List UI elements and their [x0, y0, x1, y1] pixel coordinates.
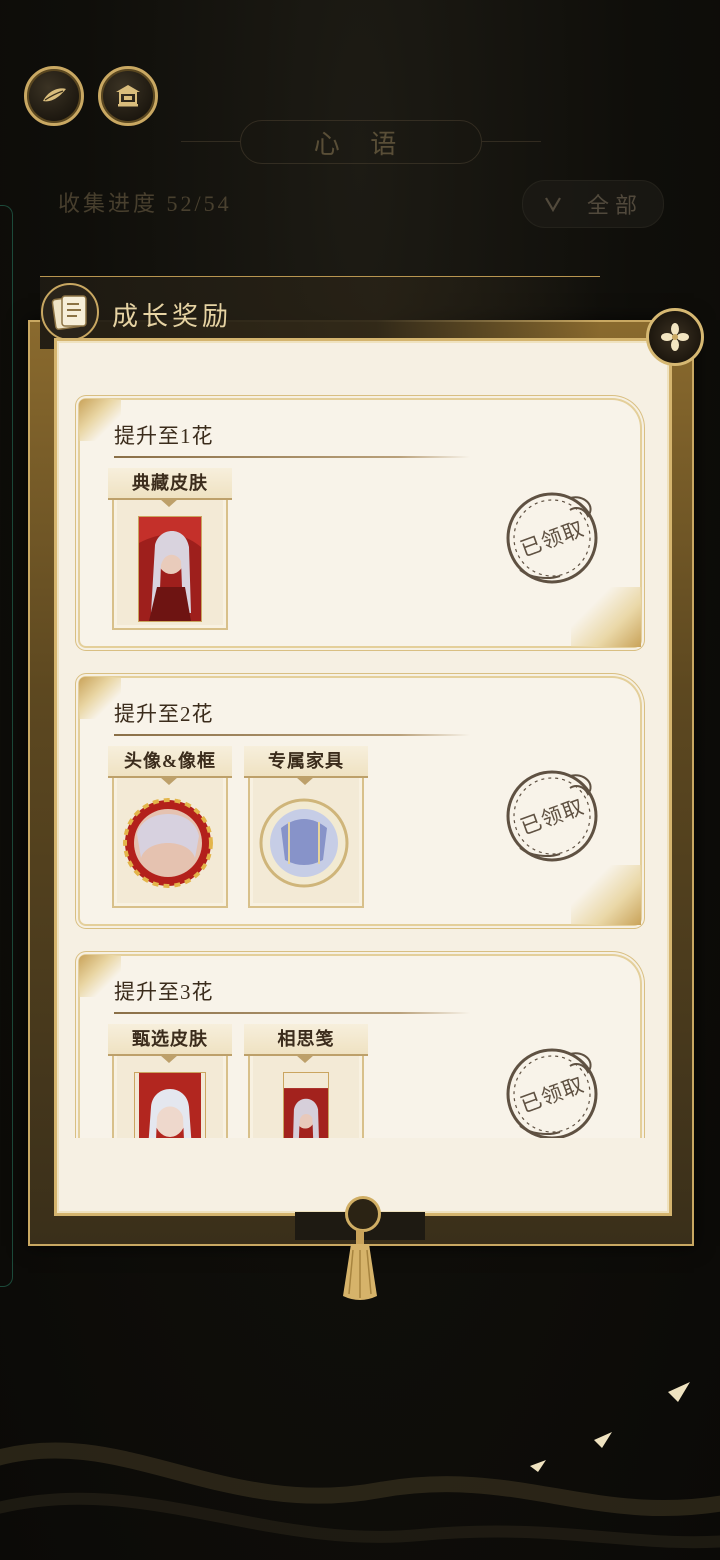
back-button[interactable] [24, 66, 84, 126]
claimed-stamp: 已领取 [506, 770, 598, 862]
claimed-status: 已领取 [517, 516, 587, 561]
reward-card-1: 提升至1花 典藏皮肤 已领取 [79, 399, 641, 647]
reward-item-label: 典藏皮肤 [108, 468, 232, 507]
tassel-icon [343, 1230, 377, 1300]
divider [114, 1012, 470, 1014]
skin-portrait-image [134, 1072, 206, 1138]
filter-icon [545, 197, 561, 213]
collection-progress: 收集进度 52/54 [58, 191, 232, 216]
tassel-knot-icon [345, 1196, 381, 1232]
claimed-status: 已领取 [517, 1072, 587, 1117]
reward-item[interactable]: 头像&像框 [108, 746, 232, 908]
claimed-stamp: 已领取 [506, 1048, 598, 1138]
home-button[interactable] [98, 66, 158, 126]
dialog-title: 成长奖励 [112, 302, 233, 331]
reward-card-3: 提升至3花 甄选皮肤 相思笺 已领取 [79, 955, 640, 1138]
divider [114, 456, 470, 458]
divider [114, 734, 470, 736]
reward-tier-title: 提升至3花 [114, 980, 214, 1004]
reward-tier-title: 提升至2花 [114, 702, 214, 726]
reward-tier-title: 提升至1花 [114, 424, 214, 448]
claimed-status: 已领取 [517, 794, 587, 839]
flower-close-icon [661, 323, 689, 351]
reward-item-label: 甄选皮肤 [108, 1024, 232, 1063]
reward-item[interactable]: 甄选皮肤 [108, 1024, 232, 1138]
reward-item[interactable]: 相思笺 [244, 1024, 368, 1138]
background-decoration-line [0, 205, 13, 1287]
reward-item[interactable]: 典藏皮肤 [108, 468, 232, 630]
reward-list[interactable]: 提升至1花 典藏皮肤 已领取 提升至2花 头像&像框 专属家具 已领取 提升至3… [60, 344, 660, 1138]
avatar-frame-image [123, 798, 213, 888]
claimed-stamp: 已领取 [506, 492, 598, 584]
reward-item[interactable]: 专属家具 [244, 746, 368, 908]
scroll-icon [41, 283, 99, 341]
filter-button[interactable]: 全部 [522, 180, 664, 228]
reward-item-label: 相思笺 [244, 1024, 368, 1063]
page-title: 心 语 [181, 120, 541, 164]
reward-card-2: 提升至2花 头像&像框 专属家具 已领取 [79, 677, 641, 925]
skin-portrait-image [138, 516, 202, 622]
reward-item-label: 头像&像框 [108, 746, 232, 785]
letter-card-image [283, 1072, 329, 1138]
filter-label: 全部 [586, 193, 643, 218]
leaf-icon [43, 88, 66, 102]
background-swirl-decoration [0, 1382, 720, 1549]
reward-item-label: 专属家具 [244, 746, 368, 785]
furniture-image [259, 798, 349, 888]
pavilion-icon [116, 85, 140, 107]
